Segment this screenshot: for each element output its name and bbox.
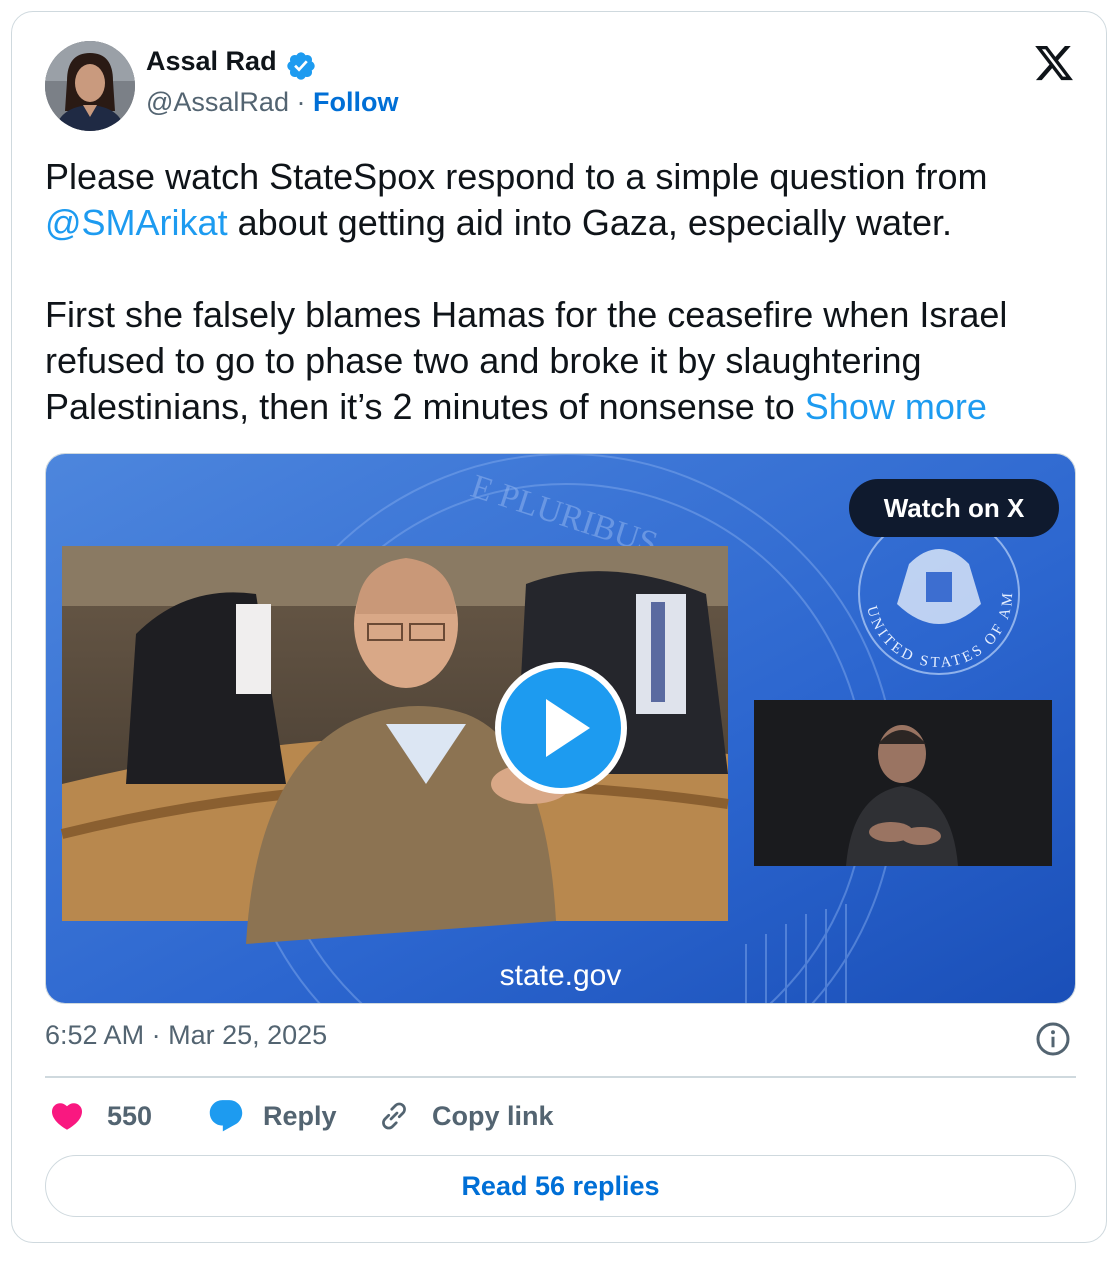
tweet-paragraph-2: First she falsely blames Hamas for the c… [45,292,1075,430]
video-player[interactable]: E PLURIBUS UNITED STATES OF AMERICA [45,453,1076,1004]
briefing-room-frame [60,546,729,944]
handle-separator: · [296,87,306,117]
tweet-text-segment: Please watch StateSpox respond to a simp… [45,156,988,197]
play-icon[interactable] [494,661,628,795]
show-more-link[interactable]: Show more [805,386,987,427]
tweet-text: Please watch StateSpox respond to a simp… [45,154,1075,430]
author-name[interactable]: Assal Rad [146,46,277,77]
heart-icon [51,1103,83,1130]
tweet-card: Assal Rad @AssalRad · Follow Please watc… [11,11,1107,1243]
mention-link[interactable]: @SMArikat [45,202,228,243]
interpreter-inset [754,700,1052,866]
tweet-text-segment: about getting aid into Gaza, especially … [227,202,953,243]
tweet-paragraph-1: Please watch StateSpox respond to a simp… [45,154,1075,246]
copy-link-button[interactable]: Copy link [376,1096,554,1136]
follow-button[interactable]: Follow [313,87,398,117]
avatar[interactable] [45,41,135,131]
link-icon [382,1102,406,1130]
tweet-time: 6:52 AM [45,1020,145,1050]
tweet-date: Mar 25, 2025 [168,1020,328,1050]
reply-bubble-icon [209,1100,243,1132]
video-source-caption: state.gov [499,959,622,992]
x-logo-icon[interactable] [1032,42,1076,84]
author-handle[interactable]: @AssalRad [146,87,289,117]
timestamp-separator: · [151,1020,161,1050]
like-button[interactable]: 550 [49,1096,152,1136]
like-count: 550 [107,1100,153,1131]
read-replies-button[interactable]: Read 56 replies [45,1155,1076,1217]
handle-row: @AssalRad · Follow [146,87,398,118]
reply-label: Reply [263,1100,337,1131]
copy-link-label: Copy link [432,1100,554,1131]
verified-badge-icon [287,52,315,80]
reply-button[interactable]: Reply [207,1096,337,1136]
divider [45,1076,1076,1078]
info-icon[interactable] [1035,1021,1071,1057]
watch-on-x-button[interactable]: Watch on X [849,479,1059,537]
tweet-timestamp[interactable]: 6:52 AM · Mar 25, 2025 [45,1020,327,1051]
